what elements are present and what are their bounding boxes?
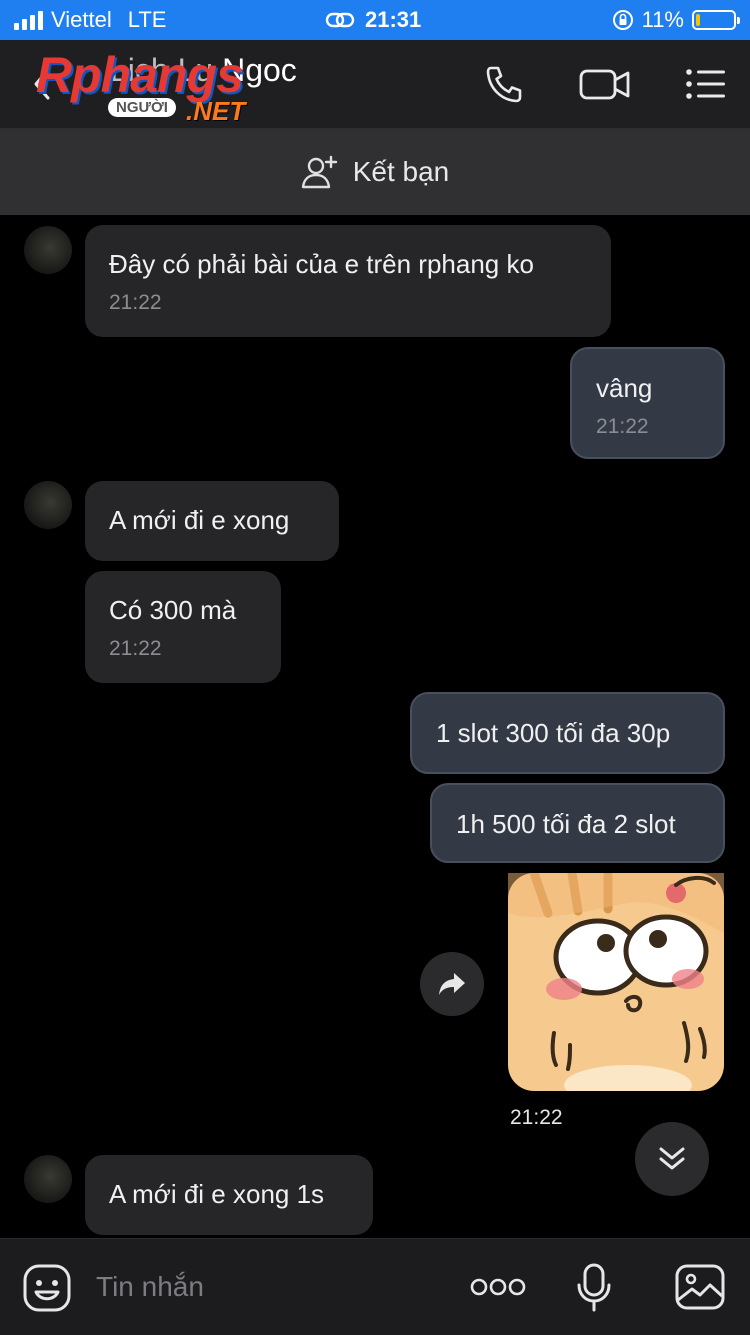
message-input-bar bbox=[0, 1238, 750, 1335]
signal-icon bbox=[14, 10, 43, 30]
avatar[interactable] bbox=[24, 226, 72, 274]
avatar[interactable] bbox=[24, 481, 72, 529]
avatar[interactable] bbox=[24, 1155, 72, 1203]
message-bubble-incoming[interactable]: A mới đi e xong bbox=[85, 481, 339, 561]
watermark-sub: NGƯỜI bbox=[108, 98, 176, 117]
video-call-icon[interactable] bbox=[578, 64, 632, 104]
carrier-name: Viettel bbox=[51, 7, 112, 32]
message-bubble-outgoing[interactable]: vâng 21:22 bbox=[570, 347, 725, 459]
link-icon bbox=[325, 12, 355, 28]
message-text: A mới đi e xong bbox=[109, 505, 290, 535]
add-friend-label: Kết bạn bbox=[352, 156, 450, 187]
orientation-lock-icon bbox=[612, 10, 633, 30]
forward-icon bbox=[439, 973, 465, 995]
forward-button[interactable] bbox=[420, 952, 484, 1016]
message-bubble-outgoing[interactable]: 1 slot 300 tối đa 30p bbox=[410, 692, 725, 774]
message-bubble-incoming[interactable]: Đây có phải bài của e trên rphang ko 21:… bbox=[85, 225, 611, 337]
message-time: 21:22 bbox=[596, 415, 649, 438]
message-time: 21:22 bbox=[109, 291, 162, 314]
battery-icon bbox=[692, 10, 740, 30]
battery-percent: 11% bbox=[641, 7, 684, 32]
message-text: vâng bbox=[596, 373, 653, 403]
message-input[interactable] bbox=[94, 1265, 438, 1309]
message-text: Có 300 mà bbox=[109, 595, 237, 625]
phone-icon[interactable] bbox=[482, 64, 528, 104]
microphone-icon[interactable] bbox=[576, 1263, 612, 1313]
surprised-cat-sticker[interactable] bbox=[508, 873, 724, 1091]
menu-icon[interactable] bbox=[684, 64, 726, 104]
status-bar: Viettel LTE 21:31 11% bbox=[0, 0, 750, 40]
image-icon[interactable] bbox=[674, 1263, 726, 1311]
status-right: 11% bbox=[612, 7, 740, 33]
more-icon[interactable] bbox=[470, 1277, 526, 1297]
message-bubble-incoming[interactable]: A mới đi e xong 1s bbox=[85, 1155, 373, 1235]
message-bubble-outgoing[interactable]: 1h 500 tối đa 2 slot bbox=[430, 783, 725, 863]
message-bubble-incoming[interactable]: Có 300 mà 21:22 bbox=[85, 571, 281, 683]
message-time: 21:22 bbox=[109, 637, 162, 660]
scroll-to-bottom-button[interactable] bbox=[635, 1122, 709, 1196]
message-text: 1h 500 tối đa 2 slot bbox=[456, 809, 676, 839]
watermark-logo: Rphangs NGƯỜI .NET bbox=[36, 46, 266, 126]
message-text: 1 slot 300 tối đa 30p bbox=[436, 718, 671, 748]
message-text: A mới đi e xong 1s bbox=[109, 1179, 325, 1209]
status-center: 21:31 bbox=[325, 7, 421, 33]
message-time: 21:22 bbox=[510, 1106, 563, 1129]
emoji-icon[interactable] bbox=[22, 1263, 72, 1313]
message-text: Đây có phải bài của e trên rphang ko bbox=[109, 249, 534, 279]
double-chevron-down-icon bbox=[659, 1147, 685, 1170]
watermark-net: .NET bbox=[186, 96, 246, 126]
status-left: Viettel LTE bbox=[14, 7, 166, 33]
clock: 21:31 bbox=[365, 7, 422, 32]
add-friend-icon bbox=[301, 155, 337, 189]
chat-header: Lich Lu Ngoc Rphangs NGƯỜI .NET bbox=[0, 40, 750, 129]
add-friend-button[interactable]: Kết bạn bbox=[0, 129, 750, 215]
network-type: LTE bbox=[127, 7, 167, 32]
battery-level bbox=[696, 14, 700, 26]
